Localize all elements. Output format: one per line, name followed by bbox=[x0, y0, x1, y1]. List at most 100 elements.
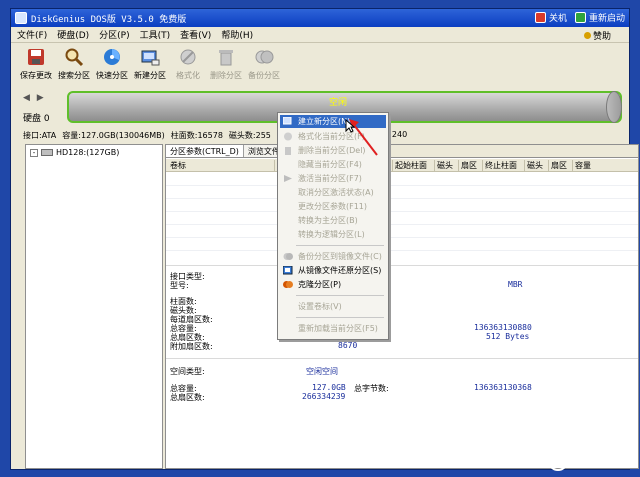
free-total-sectors-label: 总扇区数: bbox=[170, 393, 205, 402]
col-capacity[interactable]: 容量 bbox=[572, 160, 638, 171]
total-bytes-value: 136363130880 bbox=[474, 323, 532, 332]
menu-item-deactivate[interactable]: 取消分区激活状态(A) bbox=[280, 186, 386, 199]
donate-icon bbox=[583, 32, 591, 39]
panel-tabs: 分区参数(CTRL_D) 浏览文件(C bbox=[166, 145, 638, 158]
watermark-logo-icon bbox=[547, 450, 568, 471]
delete-icon bbox=[285, 147, 291, 155]
menu-item-backup-image[interactable]: 备份分区到镜像文件(C) bbox=[280, 250, 386, 263]
disk-sectors-tail: 240 bbox=[391, 130, 408, 139]
row-line bbox=[166, 250, 638, 251]
tree-node-hd128[interactable]: - HD128:(127GB) bbox=[30, 148, 119, 157]
new-partition-label: 新建分区 bbox=[134, 71, 166, 80]
menu-item-label: 隐藏当前分区(F4) bbox=[298, 160, 362, 169]
new-partition-icon bbox=[141, 50, 160, 66]
delete-partition-button[interactable]: 删除分区 bbox=[209, 47, 243, 89]
menu-partition[interactable]: 分区(P) bbox=[99, 28, 129, 41]
mouse-cursor-icon bbox=[345, 119, 355, 133]
disk-tree: - HD128:(127GB) bbox=[25, 144, 163, 469]
donate-label: 赞助 bbox=[592, 32, 611, 42]
menu-item-set-volume-label[interactable]: 设置卷标(V) bbox=[280, 300, 386, 313]
section-divider bbox=[166, 358, 638, 359]
save-icon bbox=[28, 49, 44, 65]
clone-icon bbox=[283, 281, 293, 288]
donate-button[interactable]: 赞助 bbox=[583, 29, 611, 42]
format-icon bbox=[284, 132, 292, 141]
menu-file[interactable]: 文件(F) bbox=[17, 28, 47, 41]
partition-panel: 分区参数(CTRL_D) 浏览文件(C 卷标 起始柱面 磁头 扇区 终止柱面 磁… bbox=[165, 144, 639, 469]
menu-item-label: 激活当前分区(F7) bbox=[298, 174, 362, 183]
backup-partition-button[interactable]: 备份分区 bbox=[247, 47, 281, 89]
disk-capacity: 容量:127.0GB(130046MB) bbox=[62, 131, 165, 140]
free-total-bytes-value: 136363130368 bbox=[474, 383, 532, 392]
menu-item-label: 转换为主分区(B) bbox=[298, 216, 358, 225]
col-end-cylinder[interactable]: 终止柱面 bbox=[482, 160, 517, 171]
next-disk-icon[interactable]: ▶ bbox=[37, 93, 44, 103]
quick-partition-icon bbox=[104, 49, 120, 65]
restart-label: 重新启动 bbox=[588, 14, 625, 24]
search-partition-label: 搜索分区 bbox=[58, 71, 90, 80]
new-partition-icon bbox=[283, 117, 292, 125]
col-start-head[interactable]: 磁头 bbox=[434, 160, 453, 171]
expand-icon[interactable]: - bbox=[30, 148, 38, 157]
menu-item-label: 更改分区参数(F11) bbox=[298, 202, 368, 211]
format-icon bbox=[180, 49, 196, 65]
diskgenius-window: DiskGenius DOS版 V3.5.0 免费版 关机 重新启动 文件(F)… bbox=[10, 8, 639, 470]
menu-item-label: 从镜像文件还原分区(S) bbox=[298, 266, 382, 275]
col-end-sector[interactable]: 扇区 bbox=[548, 160, 567, 171]
free-total-bytes-label: 总字节数: bbox=[354, 384, 389, 393]
partition-table-header: 卷标 起始柱面 磁头 扇区 终止柱面 磁头 扇区 容量 bbox=[166, 159, 638, 172]
extra-sectors-value: 8670 bbox=[338, 341, 358, 350]
menu-item-reload[interactable]: 重新加载当前分区(F5) bbox=[280, 322, 386, 335]
tree-node-label: HD128:(127GB) bbox=[56, 148, 120, 157]
quick-partition-button[interactable]: 快速分区 bbox=[95, 47, 129, 89]
row-line bbox=[166, 198, 638, 199]
prev-disk-icon[interactable]: ◀ bbox=[23, 93, 30, 103]
menu-item-label: 设置卷标(V) bbox=[298, 302, 342, 311]
restart-icon bbox=[574, 12, 586, 23]
save-changes-button[interactable]: 保存更改 bbox=[19, 47, 53, 89]
disk-heads: 磁头数:255 bbox=[228, 131, 271, 140]
disk-label: 硬盘 0 bbox=[23, 114, 50, 124]
menu-item-restore-image[interactable]: 从镜像文件还原分区(S) bbox=[280, 264, 386, 277]
free-total-sectors-value: 266334239 bbox=[302, 392, 346, 401]
menu-help[interactable]: 帮助(H) bbox=[221, 28, 253, 41]
tab-partition-params[interactable]: 分区参数(CTRL_D) bbox=[166, 145, 244, 157]
menu-tools[interactable]: 工具(T) bbox=[140, 28, 171, 41]
format-button[interactable]: 格式化 bbox=[171, 47, 205, 89]
activate-icon bbox=[284, 175, 292, 182]
menu-view[interactable]: 查看(V) bbox=[180, 28, 211, 41]
menu-item-change-params[interactable]: 更改分区参数(F11) bbox=[280, 200, 386, 213]
menu-item-to-logical[interactable]: 转换为逻辑分区(L) bbox=[280, 228, 386, 241]
menu-item-label: 转换为逻辑分区(L) bbox=[298, 230, 365, 239]
col-volume-label[interactable]: 卷标 bbox=[168, 160, 186, 171]
col-start-cylinder[interactable]: 起始柱面 bbox=[392, 160, 427, 171]
menu-separator bbox=[296, 245, 384, 246]
col-end-head[interactable]: 磁头 bbox=[524, 160, 543, 171]
disk-cylinder-cap bbox=[606, 91, 622, 123]
power-icon bbox=[534, 12, 546, 23]
menu-item-activate[interactable]: 激活当前分区(F7) bbox=[280, 172, 386, 185]
title-bar: DiskGenius DOS版 V3.5.0 免费版 关机 重新启动 bbox=[11, 9, 629, 27]
quick-partition-label: 快速分区 bbox=[96, 71, 128, 80]
menu-item-hide[interactable]: 隐藏当前分区(F4) bbox=[280, 158, 386, 171]
shutdown-button[interactable]: 关机 bbox=[534, 11, 567, 24]
menu-separator bbox=[296, 295, 384, 296]
restore-icon bbox=[283, 266, 293, 275]
menu-item-label: 建立新分区(N) bbox=[298, 117, 351, 126]
restart-button[interactable]: 重新启动 bbox=[574, 11, 625, 24]
extra-sectors-label: 附加扇区数: bbox=[170, 342, 213, 351]
format-label: 格式化 bbox=[176, 71, 200, 80]
space-type-label: 空间类型: bbox=[170, 367, 205, 376]
row-line bbox=[166, 237, 638, 238]
menu-item-clone[interactable]: 克隆分区(P) bbox=[280, 278, 386, 291]
search-partition-button[interactable]: 搜索分区 bbox=[57, 47, 91, 89]
menu-disk[interactable]: 硬盘(D) bbox=[57, 28, 89, 41]
backup-icon bbox=[283, 253, 293, 260]
row-line bbox=[166, 224, 638, 225]
disk-nav-arrows[interactable]: ◀ ▶ bbox=[23, 93, 44, 103]
menu-item-to-primary[interactable]: 转换为主分区(B) bbox=[280, 214, 386, 227]
col-start-sector[interactable]: 扇区 bbox=[458, 160, 477, 171]
new-partition-button[interactable]: 新建分区 bbox=[133, 47, 167, 89]
row-line bbox=[166, 211, 638, 212]
menu-item-label: 取消分区激活状态(A) bbox=[298, 188, 374, 197]
